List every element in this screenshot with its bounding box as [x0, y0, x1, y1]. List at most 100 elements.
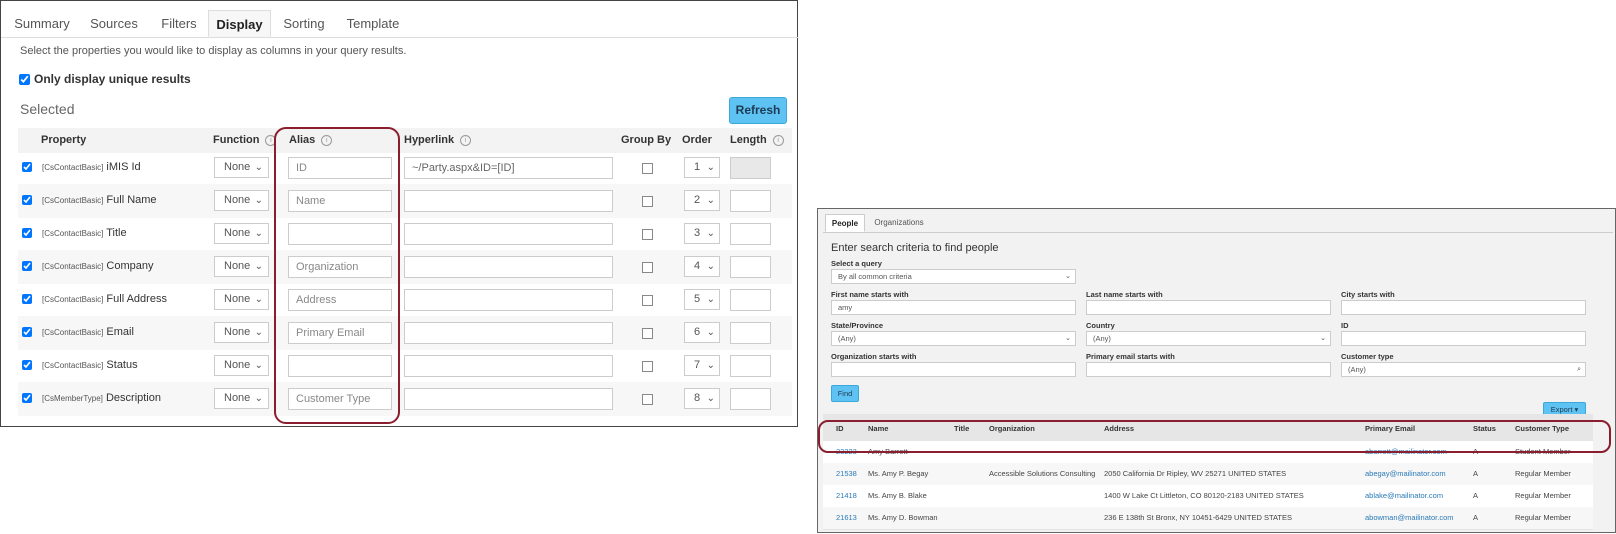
hyperlink-input[interactable] — [404, 322, 613, 344]
col-address[interactable]: Address — [1104, 424, 1134, 433]
function-select[interactable]: None ⌄ — [214, 388, 269, 409]
result-id-link[interactable]: 23223 — [836, 447, 857, 456]
group-by-checkbox[interactable] — [642, 394, 653, 405]
group-by-checkbox[interactable] — [642, 196, 653, 207]
group-by-checkbox[interactable] — [642, 229, 653, 240]
function-select[interactable]: None ⌄ — [214, 190, 269, 211]
result-id-link[interactable]: 21538 — [836, 469, 857, 478]
length-input[interactable] — [730, 190, 771, 212]
last-name-input[interactable] — [1086, 300, 1331, 315]
property-checkbox[interactable] — [22, 195, 32, 205]
result-id-link[interactable]: 21418 — [836, 491, 857, 500]
property-checkbox[interactable] — [22, 327, 32, 337]
hyperlink-input[interactable] — [404, 355, 613, 377]
search-icon[interactable]: ⌕ — [1577, 363, 1581, 376]
property-checkbox[interactable] — [22, 360, 32, 370]
order-select[interactable]: 2 ⌄ — [684, 190, 720, 211]
group-by-checkbox[interactable] — [642, 361, 653, 372]
columns-table-header: Property Function i Alias i Hyperlink i Gro… — [18, 128, 792, 153]
alias-input[interactable]: ID — [288, 157, 392, 179]
city-input[interactable] — [1341, 300, 1586, 315]
first-name-input[interactable]: amy — [831, 300, 1076, 315]
alias-input[interactable] — [288, 355, 392, 377]
tab-organizations[interactable]: Organizations — [869, 214, 929, 232]
info-icon[interactable]: i — [321, 134, 333, 146]
result-email-link[interactable]: abowman@mailinator.com — [1365, 513, 1453, 522]
order-select[interactable]: 1 ⌄ — [684, 157, 720, 178]
order-select[interactable]: 8 ⌄ — [684, 388, 720, 409]
alias-input[interactable]: Primary Email — [288, 322, 392, 344]
refresh-button[interactable]: Refresh — [729, 97, 787, 124]
col-customer-type[interactable]: Customer Type — [1515, 424, 1569, 433]
unique-results-checkbox[interactable] — [19, 73, 30, 85]
alias-input[interactable]: Address — [288, 289, 392, 311]
length-input[interactable] — [730, 289, 771, 311]
tab-summary[interactable]: Summary — [9, 10, 75, 37]
tab-sources[interactable]: Sources — [81, 10, 147, 37]
tab-sorting[interactable]: Sorting — [274, 10, 334, 37]
col-primary-email[interactable]: Primary Email — [1365, 424, 1415, 433]
order-select[interactable]: 4 ⌄ — [684, 256, 720, 277]
country-select[interactable]: (Any) ⌄ — [1086, 331, 1331, 346]
email-input[interactable] — [1086, 362, 1331, 377]
property-checkbox[interactable] — [22, 294, 32, 304]
hyperlink-input[interactable]: ~/Party.aspx&ID=[ID] — [404, 157, 613, 179]
tab-people[interactable]: People — [825, 214, 865, 232]
hyperlink-input[interactable] — [404, 223, 613, 245]
length-input[interactable] — [730, 355, 771, 377]
alias-input[interactable]: Customer Type — [288, 388, 392, 410]
group-by-checkbox[interactable] — [642, 163, 653, 174]
tab-display[interactable]: Display — [208, 10, 271, 37]
length-input[interactable] — [730, 322, 771, 344]
hyperlink-input[interactable] — [404, 388, 613, 410]
function-select[interactable]: None ⌄ — [214, 322, 269, 343]
col-title[interactable]: Title — [954, 424, 969, 433]
function-select[interactable]: None ⌄ — [214, 355, 269, 376]
group-by-checkbox[interactable] — [642, 295, 653, 306]
find-button[interactable]: Find — [831, 385, 859, 402]
function-select[interactable]: None ⌄ — [214, 256, 269, 277]
query-select[interactable]: By all common criteria ⌄ — [831, 269, 1076, 284]
group-by-checkbox[interactable] — [642, 328, 653, 339]
order-select[interactable]: 3 ⌄ — [684, 223, 720, 244]
order-select[interactable]: 7 ⌄ — [684, 355, 720, 376]
hyperlink-input[interactable] — [404, 190, 613, 212]
length-input[interactable] — [730, 256, 771, 278]
result-email-link[interactable]: ablake@mailinator.com — [1365, 491, 1443, 500]
col-status[interactable]: Status — [1473, 424, 1496, 433]
order-select[interactable]: 5 ⌄ — [684, 289, 720, 310]
col-organization[interactable]: Organization — [989, 424, 1035, 433]
property-checkbox[interactable] — [22, 393, 32, 403]
order-select[interactable]: 6 ⌄ — [684, 322, 720, 343]
length-input[interactable] — [730, 223, 771, 245]
group-by-checkbox[interactable] — [642, 262, 653, 273]
state-select[interactable]: (Any) ⌄ — [831, 331, 1076, 346]
id-input[interactable] — [1341, 331, 1586, 346]
function-select[interactable]: None ⌄ — [214, 157, 269, 178]
col-id[interactable]: ID — [836, 424, 844, 433]
col-name[interactable]: Name — [868, 424, 888, 433]
result-email-link[interactable]: abarrett@mailinator.com — [1365, 447, 1447, 456]
tab-template[interactable]: Template — [341, 10, 405, 37]
result-id-link[interactable]: 21613 — [836, 513, 857, 522]
property-checkbox[interactable] — [22, 162, 32, 172]
info-icon[interactable]: i — [265, 134, 277, 146]
customer-type-input[interactable]: (Any) ⌕ — [1341, 362, 1586, 377]
alias-input[interactable] — [288, 223, 392, 245]
function-select[interactable]: None ⌄ — [214, 289, 269, 310]
alias-input[interactable]: Name — [288, 190, 392, 212]
property-checkbox[interactable] — [22, 261, 32, 271]
property-checkbox[interactable] — [22, 228, 32, 238]
length-input[interactable] — [730, 388, 771, 410]
customer-type-label: Customer type — [1341, 352, 1394, 361]
hyperlink-input[interactable] — [404, 256, 613, 278]
function-select[interactable]: None ⌄ — [214, 223, 269, 244]
tab-filters[interactable]: Filters — [151, 10, 207, 37]
organization-input[interactable] — [831, 362, 1076, 377]
result-email-link[interactable]: abegay@mailinator.com — [1365, 469, 1446, 478]
alias-input[interactable]: Organization — [288, 256, 392, 278]
info-icon[interactable]: i — [772, 134, 784, 146]
info-icon[interactable]: i — [460, 134, 472, 146]
hyperlink-input[interactable] — [404, 289, 613, 311]
unique-results-option[interactable]: Only display unique results — [19, 72, 191, 86]
